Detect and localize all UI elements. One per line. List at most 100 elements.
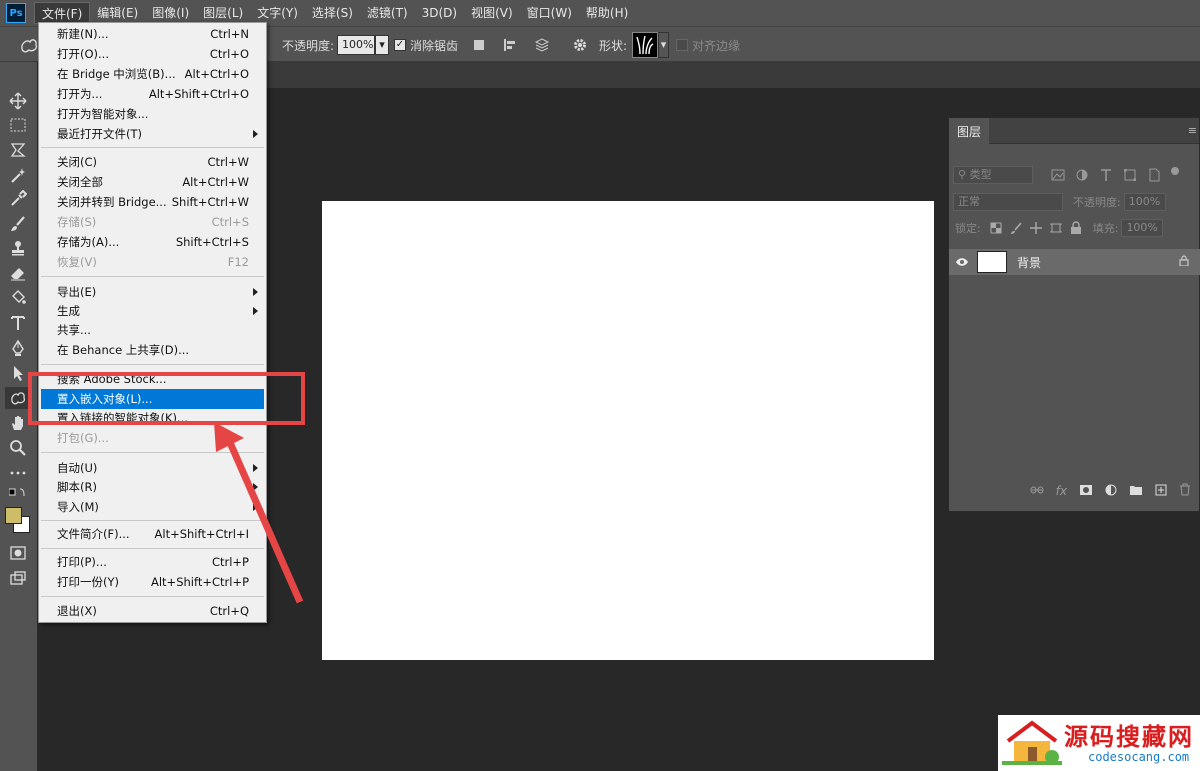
lasso-tool-icon[interactable] xyxy=(5,139,31,161)
menu-separator xyxy=(41,276,264,277)
paint-bucket-icon[interactable] xyxy=(5,286,31,308)
photoshop-logo: Ps xyxy=(6,3,26,23)
menu-layer[interactable]: 图层(L) xyxy=(196,2,250,24)
shape-dropdown[interactable]: ▾ xyxy=(658,32,669,58)
screen-mode-icon[interactable] xyxy=(5,567,31,589)
menu-select[interactable]: 选择(S) xyxy=(305,2,360,24)
align-edges-label: 对齐边缘 xyxy=(692,38,741,53)
marquee-tool-icon[interactable] xyxy=(5,114,31,136)
opacity-input[interactable]: 100% xyxy=(337,35,375,55)
path-alignment-icon[interactable] xyxy=(502,27,518,63)
menu-view[interactable]: 视图(V) xyxy=(464,2,520,24)
grass-shape-picker[interactable] xyxy=(632,32,658,58)
gear-icon[interactable] xyxy=(572,27,588,63)
pen-tool-icon[interactable] xyxy=(5,337,31,359)
menu-item-open-as-smart-object[interactable]: 打开为智能对象... xyxy=(41,104,264,124)
menu-item-generate[interactable]: 生成 xyxy=(41,301,264,321)
menu-edit[interactable]: 编辑(E) xyxy=(90,2,145,24)
menu-item-close[interactable]: 关闭(C) Ctrl+W xyxy=(41,152,264,172)
path-operations-icon[interactable] xyxy=(472,27,486,63)
filter-pixel-icon[interactable] xyxy=(1051,168,1065,182)
fill-label: 填充: xyxy=(1092,222,1119,235)
panel-menu-icon[interactable]: ≡ xyxy=(1188,124,1197,137)
filter-smart-object-icon[interactable] xyxy=(1147,168,1161,182)
menu-item-automate[interactable]: 自动(U) xyxy=(41,458,264,478)
layers-panel: 图层 ≡ ⚲ 类型 正常 不透明度: 100% 锁定: 填充: 100% 背景 … xyxy=(948,117,1200,512)
custom-shape-tool-preset[interactable] xyxy=(18,27,40,63)
menu-item-print[interactable]: 打印(P)... Ctrl+P xyxy=(41,552,264,572)
menu-item-print-one-copy[interactable]: 打印一份(Y) Alt+Shift+Ctrl+P xyxy=(41,572,264,592)
filter-toggle-icon[interactable] xyxy=(1171,167,1179,175)
menu-window[interactable]: 窗口(W) xyxy=(520,2,579,24)
menu-item-scripts[interactable]: 脚本(R) xyxy=(41,477,264,497)
menu-item-file-info[interactable]: 文件简介(F)... Alt+Shift+Ctrl+I xyxy=(41,524,264,544)
foreground-color-swatch[interactable] xyxy=(5,507,22,524)
path-arrangement-icon[interactable] xyxy=(533,27,551,63)
eye-icon[interactable] xyxy=(949,257,975,267)
more-tools-icon[interactable] xyxy=(5,462,31,484)
opacity-dropdown[interactable]: ▾ xyxy=(375,35,389,55)
menu-item-label: 打印(P)... xyxy=(57,555,107,569)
menu-item-share[interactable]: 共享... xyxy=(41,320,264,340)
lock-pixels-icon[interactable] xyxy=(1009,221,1023,235)
menu-item-open-as[interactable]: 打开为... Alt+Shift+Ctrl+O xyxy=(41,84,264,104)
filter-shape-icon[interactable] xyxy=(1123,168,1137,182)
adjustment-layer-icon[interactable] xyxy=(1105,484,1117,499)
menu-item-save-as[interactable]: 存储为(A)... Shift+Ctrl+S xyxy=(41,232,264,252)
lock-transparent-icon[interactable] xyxy=(989,221,1003,235)
new-layer-icon[interactable] xyxy=(1155,484,1167,499)
menu-item-recent-files[interactable]: 最近打开文件(T) xyxy=(41,124,264,144)
swap-colors-icon[interactable] xyxy=(5,486,31,500)
menu-item-open[interactable]: 打开(O)... Ctrl+O xyxy=(41,44,264,64)
menu-item-close-and-go-to-bridge[interactable]: 关闭并转到 Bridge... Shift+Ctrl+W xyxy=(41,192,264,212)
fill-input[interactable]: 100% xyxy=(1121,219,1164,237)
tab-layers[interactable]: 图层 xyxy=(949,118,989,144)
quick-mask-icon[interactable] xyxy=(5,542,31,564)
zoom-tool-icon[interactable] xyxy=(5,437,31,459)
menu-3d[interactable]: 3D(D) xyxy=(415,2,464,24)
layer-opacity-input[interactable]: 100% xyxy=(1123,193,1166,211)
menu-help[interactable]: 帮助(H) xyxy=(579,2,635,24)
layer-filter-kind-select[interactable]: ⚲ 类型 xyxy=(953,166,1033,184)
file-menu-dropdown: 新建(N)... Ctrl+N 打开(O)... Ctrl+O 在 Bridge 中… xyxy=(38,22,267,623)
menu-item-export[interactable]: 导出(E) xyxy=(41,282,264,302)
menu-item-browse-in-bridge[interactable]: 在 Bridge 中浏览(B)... Alt+Ctrl+O xyxy=(41,64,264,84)
menu-item-close-all[interactable]: 关闭全部 Alt+Ctrl+W xyxy=(41,172,264,192)
move-tool-icon[interactable] xyxy=(5,90,31,112)
menu-item-shortcut: Shift+Ctrl+W xyxy=(171,195,249,209)
menu-item-import[interactable]: 导入(M) xyxy=(41,497,264,517)
eraser-icon[interactable] xyxy=(5,262,31,284)
lock-position-icon[interactable] xyxy=(1029,221,1043,235)
menu-filter[interactable]: 滤镜(T) xyxy=(360,2,415,24)
new-group-icon[interactable] xyxy=(1129,484,1143,499)
menu-item-label: 关闭(C) xyxy=(57,155,98,169)
menu-file[interactable]: 文件(F) xyxy=(34,2,91,24)
brush-icon[interactable] xyxy=(5,213,31,235)
filter-type-icon[interactable] xyxy=(1099,168,1113,182)
lock-artboard-icon[interactable] xyxy=(1049,221,1063,235)
document-canvas[interactable] xyxy=(322,201,934,660)
lock-all-icon[interactable] xyxy=(1069,221,1083,235)
blend-mode-select[interactable]: 正常 xyxy=(953,193,1063,211)
menu-item-label: 关闭全部 xyxy=(57,175,103,189)
stamp-icon[interactable] xyxy=(5,237,31,259)
align-edges-checkbox[interactable] xyxy=(676,39,688,51)
filter-adjustment-icon[interactable] xyxy=(1075,168,1089,182)
menu-image[interactable]: 图像(I) xyxy=(145,2,196,24)
link-layers-icon[interactable] xyxy=(1030,484,1044,498)
add-mask-icon[interactable] xyxy=(1079,484,1093,499)
menu-type[interactable]: 文字(Y) xyxy=(250,2,305,24)
menu-item-new[interactable]: 新建(N)... Ctrl+N xyxy=(41,24,264,44)
eyedropper-icon[interactable] xyxy=(5,188,31,210)
trash-icon[interactable] xyxy=(1179,483,1191,499)
magic-wand-icon[interactable] xyxy=(5,164,31,186)
custom-shape-icon xyxy=(21,39,38,53)
menu-item-label: 自动(U) xyxy=(57,461,98,475)
fx-icon[interactable]: fx xyxy=(1056,484,1067,498)
menu-item-share-on-behance[interactable]: 在 Behance 上共享(D)... xyxy=(41,340,264,360)
antialias-checkbox[interactable]: ✓ xyxy=(394,39,406,51)
menu-item-exit[interactable]: 退出(X) Ctrl+Q xyxy=(41,601,264,621)
type-tool-icon[interactable] xyxy=(5,312,31,334)
layer-row-background[interactable]: 背景 xyxy=(949,249,1200,275)
menu-item-label: 打开为... xyxy=(57,87,103,101)
